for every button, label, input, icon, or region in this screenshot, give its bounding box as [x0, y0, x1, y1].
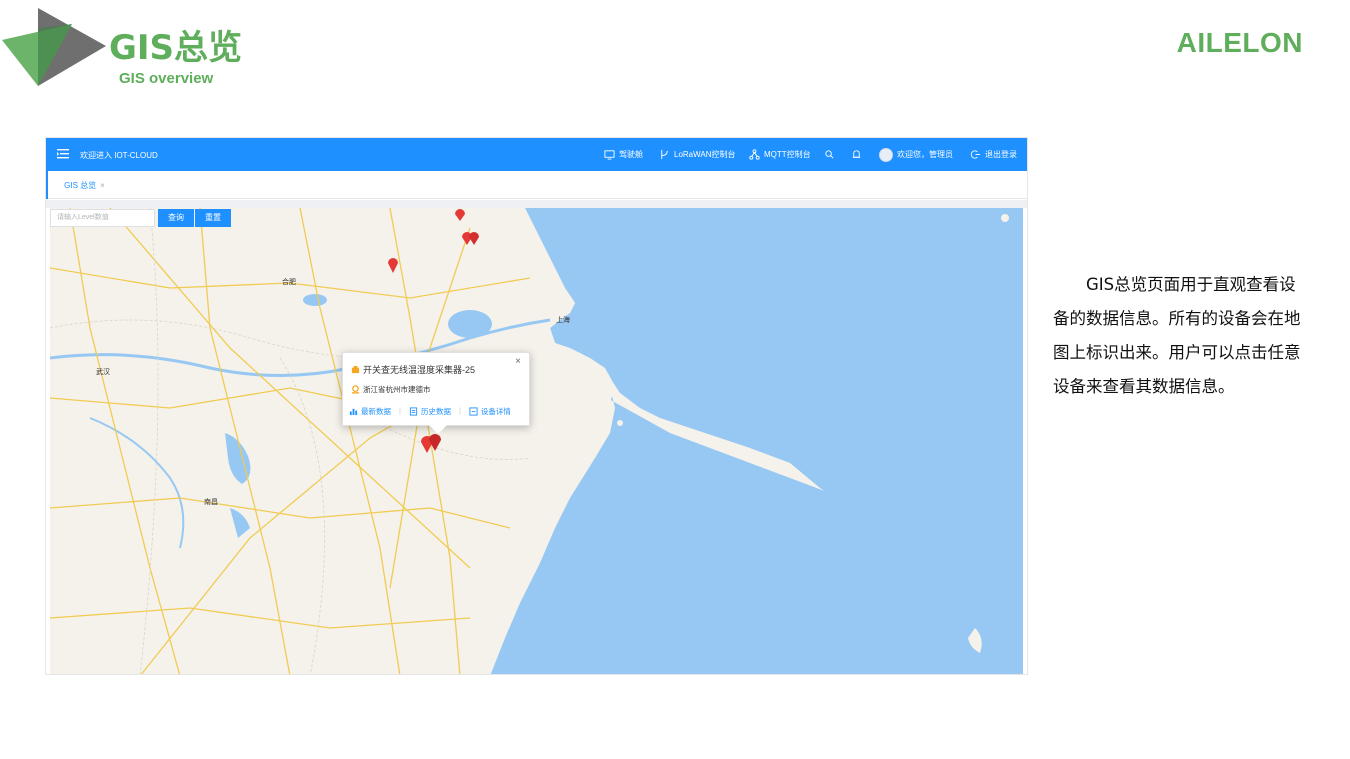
- top-bar: 欢迎进入 IOT-CLOUD 驾驶舱 LoRaWAN控制台 MQTT控制台 欢迎…: [46, 138, 1027, 171]
- latest-data-link[interactable]: 最新数据: [349, 406, 391, 417]
- map-label-nanchang: 南昌: [204, 497, 218, 506]
- page-subtitle: GIS overview: [119, 70, 214, 87]
- device-marker-icon[interactable]: [467, 230, 481, 246]
- tab-label: GIS 总览: [64, 180, 97, 190]
- map-label-shanghai: 上海: [556, 315, 570, 324]
- nav-lorawan-label: LoRaWAN控制台: [674, 150, 736, 159]
- device-info-popup: × 开关查无线温湿度采集器-25 浙江省杭州市建德市 最新数据 | 历史数据 |…: [342, 352, 530, 434]
- popup-location-row: 浙江省杭州市建德市: [351, 384, 431, 395]
- level-search-input[interactable]: 请输入Level数值: [50, 209, 155, 227]
- bell-icon: [852, 150, 861, 158]
- popup-device-row: 开关查无线温湿度采集器-25: [351, 363, 475, 376]
- detail-icon: [469, 407, 478, 416]
- map-label-wuhan: 武汉: [96, 367, 110, 376]
- app-screenshot: 欢迎进入 IOT-CLOUD 驾驶舱 LoRaWAN控制台 MQTT控制台 欢迎…: [45, 137, 1028, 675]
- description-text: GIS总览页面用于直观查看设备的数据信息。所有的设备会在地图上标识出来。用户可以…: [1053, 275, 1301, 396]
- device-marker-icon[interactable]: [386, 256, 400, 274]
- popup-pointer: [429, 425, 447, 434]
- nav-cockpit[interactable]: 驾驶舱: [604, 138, 643, 171]
- reset-button[interactable]: 重置: [195, 209, 231, 227]
- slide: GIS总览 GIS overview AILELON 欢迎进入 IOT-CLOU…: [0, 0, 1350, 759]
- device-icon: [351, 365, 360, 374]
- branch-icon: [661, 149, 668, 160]
- logout-icon: [970, 150, 981, 159]
- tab-close-icon[interactable]: ×: [100, 181, 105, 190]
- welcome-text: 欢迎进入 IOT-CLOUD: [80, 151, 158, 160]
- network-icon: [749, 149, 760, 160]
- content-gutter: [46, 200, 1027, 208]
- nav-mqtt-label: MQTT控制台: [764, 150, 811, 159]
- monitor-icon: [604, 150, 615, 160]
- tab-bar: GIS 总览 ×: [46, 171, 1027, 199]
- nav-lorawan[interactable]: LoRaWAN控制台: [659, 138, 736, 171]
- bar-chart-icon: [349, 408, 358, 416]
- popup-device-name: 开关查无线温湿度采集器-25: [363, 365, 476, 375]
- query-button[interactable]: 查询: [158, 209, 194, 227]
- menu-toggle-icon[interactable]: [56, 147, 70, 161]
- user-greeting: 欢迎您，管理员: [897, 150, 953, 159]
- logout-label: 退出登录: [985, 150, 1017, 159]
- user-menu[interactable]: 欢迎您，管理员: [879, 138, 953, 171]
- avatar: [879, 147, 893, 162]
- page-title: GIS总览: [109, 28, 243, 68]
- logo-triangle-icon: [2, 8, 106, 86]
- logout-button[interactable]: 退出登录: [970, 138, 1017, 171]
- nav-cockpit-label: 驾驶舱: [619, 150, 643, 159]
- notification-button[interactable]: [851, 138, 862, 171]
- device-detail-link[interactable]: 设备详情: [469, 406, 511, 417]
- document-icon: [409, 407, 418, 416]
- popup-actions: 最新数据 | 历史数据 | 设备详情: [349, 406, 511, 417]
- device-detail-label: 设备详情: [480, 407, 511, 416]
- history-data-label: 历史数据: [420, 407, 451, 416]
- device-marker-icon[interactable]: [453, 208, 467, 222]
- popup-location: 浙江省杭州市建德市: [363, 385, 431, 394]
- tab-gis-overview[interactable]: GIS 总览 ×: [46, 171, 121, 199]
- location-icon: [351, 385, 360, 394]
- map-background: 合肥 武汉 上海 南昌 杭州: [50, 208, 1023, 674]
- brand-logo: AILELON: [1176, 27, 1303, 58]
- popup-close-icon[interactable]: ×: [515, 356, 521, 367]
- map-canvas[interactable]: 合肥 武汉 上海 南昌 杭州: [50, 208, 1023, 674]
- map-label-hefei: 合肥: [282, 277, 296, 286]
- latest-data-label: 最新数据: [361, 407, 391, 416]
- history-data-link[interactable]: 历史数据: [409, 406, 451, 417]
- search-icon: [825, 150, 834, 159]
- search-button[interactable]: [824, 138, 835, 171]
- device-marker-icon[interactable]: [427, 432, 443, 452]
- nav-mqtt[interactable]: MQTT控制台: [749, 138, 811, 171]
